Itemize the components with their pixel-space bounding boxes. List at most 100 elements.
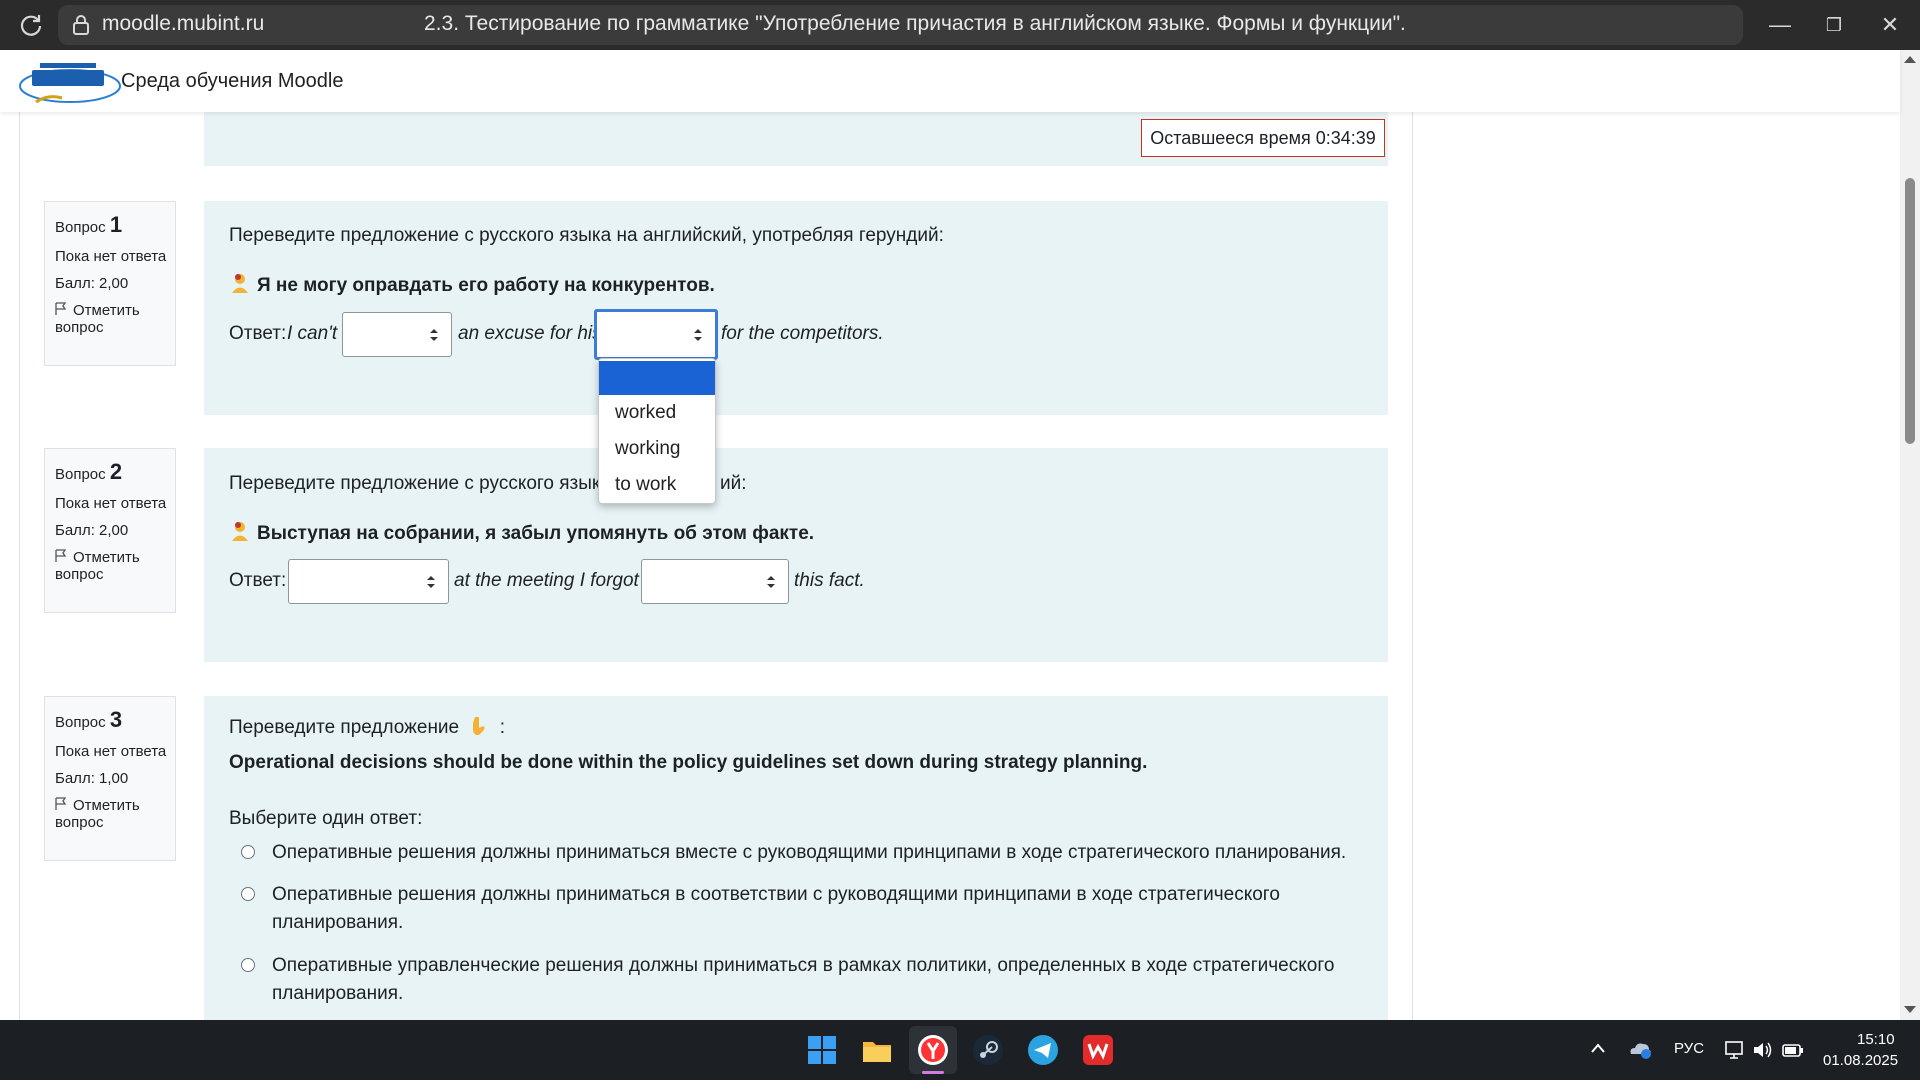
- clock-time[interactable]: 15:10: [1857, 1031, 1895, 1048]
- yandex-browser-icon[interactable]: [917, 1034, 949, 1066]
- prompt-colon: :: [499, 717, 505, 738]
- dropdown-option[interactable]: worked: [599, 396, 715, 430]
- telegram-icon[interactable]: [1027, 1034, 1059, 1066]
- dropdown-option-empty[interactable]: [599, 361, 715, 395]
- prompt-text: Переведите предложение: [229, 717, 460, 738]
- flag-label: вопрос: [55, 319, 104, 336]
- scroll-up-icon[interactable]: [1903, 54, 1917, 64]
- select-arrows-icon: [767, 575, 775, 588]
- question-info: Вопрос 2 Пока нет ответа Балл: 2,00 Отме…: [44, 448, 176, 613]
- site-header: Среда обучения Moodle: [0, 50, 1900, 112]
- battery-icon[interactable]: [1782, 1040, 1804, 1060]
- flag-icon: [55, 797, 67, 810]
- answer-radio[interactable]: [241, 958, 255, 972]
- dropdown-list: worked working to work: [598, 358, 716, 504]
- question-prompt: Переведите предложение с русского языка: [229, 473, 612, 494]
- divider: [1412, 112, 1413, 1020]
- flag-question-button[interactable]: Отметить вопрос: [55, 302, 175, 336]
- question-grade: Балл: 2,00: [55, 522, 129, 539]
- question-prompt: Переведите предложение :: [229, 715, 505, 739]
- pointing-down-icon: [473, 717, 485, 735]
- file-explorer-icon[interactable]: [861, 1034, 893, 1066]
- flag-label: Отметить: [73, 302, 140, 319]
- answer-label: Ответ:: [229, 323, 287, 344]
- language-indicator[interactable]: РУС: [1674, 1040, 1704, 1057]
- answer-option-cont[interactable]: планирования.: [272, 983, 403, 1005]
- question-number-value: 1: [109, 212, 123, 237]
- question-prompt: Переведите предложение с русского языка …: [229, 225, 944, 246]
- question-number: Вопрос 1: [55, 212, 175, 238]
- reload-icon[interactable]: [18, 12, 44, 38]
- answer-option[interactable]: Оперативные управленческие решения должн…: [272, 955, 1334, 977]
- answer-text: for the competitors.: [721, 323, 884, 344]
- wps-office-icon[interactable]: [1082, 1034, 1114, 1066]
- answer-radio[interactable]: [241, 887, 255, 901]
- chevron-up-icon[interactable]: [1590, 1042, 1606, 1054]
- dropdown-option[interactable]: to work: [599, 468, 715, 502]
- flag-label: Отметить: [73, 797, 140, 814]
- flag-label: вопрос: [55, 566, 104, 583]
- question-number: Вопрос 3: [55, 707, 175, 733]
- answer-option[interactable]: Оперативные решения должны приниматься в…: [272, 842, 1346, 864]
- question-grade: Балл: 1,00: [55, 770, 129, 787]
- lock-icon: [73, 15, 89, 35]
- answer-text: at the meeting I forgot: [454, 570, 639, 591]
- select-arrows-icon: [430, 328, 438, 341]
- site-name[interactable]: Среда обучения Moodle: [121, 70, 343, 93]
- question-sentence: Operational decisions should be done wit…: [229, 752, 1148, 773]
- url-text[interactable]: moodle.mubint.ru: [102, 12, 264, 36]
- sentence-text: Выступая на собрании, я забыл упомянуть …: [257, 523, 815, 544]
- answer-text: this fact.: [794, 570, 865, 591]
- divider: [19, 112, 20, 1020]
- answer-select[interactable]: [641, 559, 789, 604]
- question-sentence: Я не могу оправдать его работу на конкур…: [229, 272, 715, 297]
- flag-question-button[interactable]: Отметить вопрос: [55, 549, 175, 583]
- question-status: Пока нет ответа: [55, 743, 167, 760]
- network-icon[interactable]: [1724, 1040, 1746, 1060]
- question-label: Вопрос: [55, 714, 106, 731]
- answer-select[interactable]: [288, 559, 449, 604]
- answer-select-focused[interactable]: [594, 309, 718, 360]
- page-title: 2.3. Тестирование по грамматике "Употреб…: [424, 12, 1406, 35]
- restore-button[interactable]: ❐: [1820, 12, 1848, 38]
- choose-label: Выберите один ответ:: [229, 808, 423, 829]
- question-prompt-end: ий:: [720, 473, 747, 494]
- close-button[interactable]: ✕: [1876, 12, 1904, 38]
- question-grade: Балл: 2,00: [55, 275, 129, 292]
- clock-date[interactable]: 01.08.2025: [1823, 1052, 1898, 1069]
- select-arrows-icon: [427, 575, 435, 588]
- answer-text: an excuse for his: [458, 323, 602, 344]
- select-arrows-icon: [694, 328, 702, 341]
- active-indicator: [922, 1071, 944, 1074]
- answer-label: Ответ:: [229, 570, 287, 591]
- question-number: Вопрос 2: [55, 459, 175, 485]
- dropdown-option[interactable]: working: [599, 432, 715, 466]
- question-status: Пока нет ответа: [55, 248, 167, 265]
- steam-icon[interactable]: [972, 1034, 1004, 1066]
- flag-label: Отметить: [73, 549, 140, 566]
- question-status: Пока нет ответа: [55, 495, 167, 512]
- question-number-value: 3: [109, 707, 123, 732]
- onedrive-icon[interactable]: [1628, 1038, 1652, 1060]
- site-logo[interactable]: [18, 58, 122, 106]
- flag-icon: [55, 302, 67, 315]
- scroll-thumb[interactable]: [1905, 178, 1915, 444]
- flag-label: вопрос: [55, 814, 104, 831]
- answer-radio[interactable]: [241, 845, 255, 859]
- person-emoji-icon: [232, 522, 248, 541]
- answer-option[interactable]: Оперативные решения должны приниматься в…: [272, 884, 1280, 906]
- answer-text: I can't: [287, 323, 338, 344]
- person-emoji-icon: [232, 274, 248, 293]
- minimize-button[interactable]: —: [1766, 12, 1794, 38]
- question-info: Вопрос 3 Пока нет ответа Балл: 1,00 Отме…: [44, 696, 176, 861]
- volume-icon[interactable]: [1752, 1040, 1774, 1060]
- timer-display: Оставшееся время 0:34:39: [1141, 119, 1385, 157]
- question-label: Вопрос: [55, 466, 106, 483]
- scroll-down-icon[interactable]: [1903, 1005, 1917, 1015]
- windows-start-icon[interactable]: [806, 1034, 838, 1066]
- question-label: Вопрос: [55, 219, 106, 236]
- answer-select[interactable]: [342, 312, 452, 357]
- flag-question-button[interactable]: Отметить вопрос: [55, 797, 175, 831]
- answer-option-cont[interactable]: планирования.: [272, 912, 403, 934]
- question-number-value: 2: [109, 459, 123, 484]
